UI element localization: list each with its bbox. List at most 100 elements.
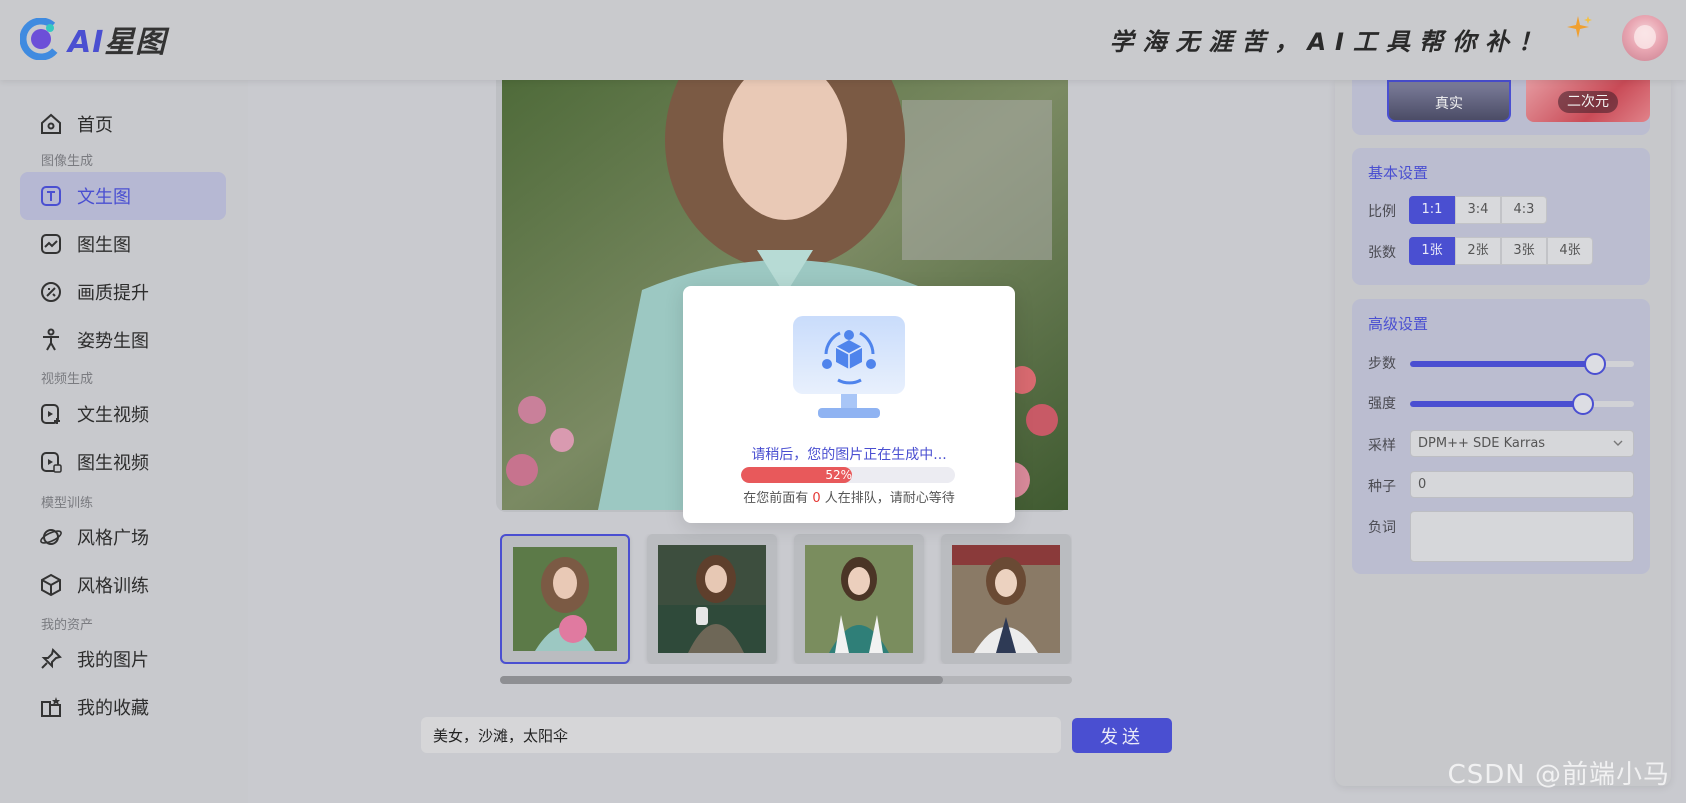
sidebar-item-label: 文生视频: [77, 405, 149, 426]
sidebar: 首页 图像生成 文生图 图生图 画质提升 姿势生图 视频生成 文生视频 图生视频…: [0, 80, 248, 803]
sampler-label: 采样: [1368, 438, 1396, 454]
sidebar-item-label: 我的图片: [77, 650, 149, 671]
sidebar-item-text-to-video[interactable]: 文生视频: [20, 390, 226, 438]
queue-count: 0: [812, 491, 821, 506]
strength-slider-fill: [1410, 401, 1583, 407]
send-button[interactable]: 发送: [1072, 718, 1172, 753]
sidebar-item-label: 姿势生图: [77, 331, 149, 352]
style-tile-anime[interactable]: 二次元: [1526, 80, 1650, 122]
sidebar-item-my-images[interactable]: 我的图片: [20, 635, 226, 683]
ratio-option-3-4[interactable]: 3:4: [1455, 196, 1501, 224]
text-video-icon: [41, 404, 60, 424]
thumbnail-scrollbar[interactable]: [500, 676, 1072, 684]
style-tile-label: 二次元: [1526, 91, 1650, 113]
sidebar-item-pose[interactable]: 姿势生图: [20, 316, 226, 364]
advanced-settings-card: 高级设置 步数 强度 采样 DPM++ SDE Karras 种子 负词: [1352, 299, 1650, 574]
text-t-icon: [41, 186, 61, 206]
sidebar-section-training: 模型训练: [41, 496, 94, 511]
steps-slider-handle[interactable]: [1583, 353, 1606, 375]
sampler-select[interactable]: DPM++ SDE Karras: [1410, 430, 1634, 457]
ratio-option-1-1[interactable]: 1:1: [1409, 196, 1455, 224]
home-icon: [41, 113, 61, 134]
count-option-4[interactable]: 4张: [1547, 237, 1593, 265]
steps-slider[interactable]: [1410, 353, 1634, 375]
advanced-settings-title: 高级设置: [1368, 315, 1429, 333]
thumbnail-strip: [500, 534, 1072, 664]
style-tile-label: 真实: [1435, 96, 1463, 112]
sidebar-item-text-to-image[interactable]: 文生图: [20, 172, 226, 220]
sidebar-section-video: 视频生成: [41, 372, 94, 387]
sidebar-item-enhance[interactable]: 画质提升: [20, 268, 226, 316]
thumbnail-image: [952, 545, 1060, 653]
negative-prompt-input[interactable]: [1410, 511, 1634, 562]
steps-label: 步数: [1368, 356, 1396, 372]
thumbnail-image: [658, 545, 766, 653]
queue-status: 在您前面有 0 人在排队，请耐心等待: [743, 491, 955, 506]
basic-settings-card: 基本设置 比例 1:1 3:4 4:3 张数 1张 2张 3张 4张: [1352, 148, 1650, 285]
ratio-label: 比例: [1368, 204, 1396, 220]
style-tile-realistic[interactable]: 真实: [1387, 80, 1511, 122]
strength-slider[interactable]: [1410, 393, 1634, 415]
sidebar-item-label: 我的收藏: [77, 698, 149, 719]
planet-icon: [40, 529, 62, 545]
image-icon: [41, 234, 61, 254]
ratio-option-4-3[interactable]: 4:3: [1501, 196, 1547, 224]
sidebar-item-label: 文生图: [77, 187, 131, 208]
sidebar-item-label: 画质提升: [77, 283, 149, 304]
style-card: 真实 二次元: [1352, 80, 1650, 135]
star-folder-icon: [41, 697, 61, 717]
chevron-down-icon: [1613, 440, 1623, 446]
thumbnail-1[interactable]: [500, 534, 630, 664]
sampler-value: DPM++ SDE Karras: [1418, 436, 1546, 451]
strength-slider-handle[interactable]: [1572, 393, 1595, 415]
sidebar-section-image: 图像生成: [41, 154, 94, 169]
cube-icon: [41, 573, 61, 597]
sidebar-item-label: 图生图: [77, 235, 131, 256]
count-option-3[interactable]: 3张: [1501, 237, 1547, 265]
sidebar-item-style-square[interactable]: 风格广场: [20, 513, 226, 561]
sidebar-section-assets: 我的资产: [41, 618, 94, 633]
basic-settings-title: 基本设置: [1368, 164, 1429, 182]
sidebar-item-label: 风格广场: [77, 528, 149, 549]
thumbnail-4[interactable]: [941, 534, 1071, 664]
ratio-selector: 1:1 3:4 4:3: [1409, 196, 1547, 224]
sidebar-item-home[interactable]: 首页: [20, 100, 226, 148]
thumbnail-3[interactable]: [794, 534, 924, 664]
sidebar-item-image-to-video[interactable]: 图生视频: [20, 438, 226, 486]
count-label: 张数: [1368, 245, 1396, 261]
strength-label: 强度: [1368, 396, 1396, 412]
app-header: AI星图 学海无涯苦，AI工具帮你补！: [0, 0, 1686, 80]
sidebar-item-image-to-image[interactable]: 图生图: [20, 220, 226, 268]
generation-progress-bar: 52%: [741, 467, 955, 483]
sidebar-item-style-training[interactable]: 风格训练: [20, 561, 226, 609]
watermark: CSDN @前端小马: [1447, 760, 1670, 790]
generating-message: 请稍后，您的图片正在生成中...: [751, 447, 947, 463]
count-selector: 1张 2张 3张 4张: [1409, 237, 1593, 265]
logo-text: AI星图: [68, 25, 167, 60]
thumbnail-image: [513, 547, 617, 651]
image-video-icon: [41, 452, 62, 473]
seed-label: 种子: [1368, 479, 1396, 495]
sidebar-item-label: 首页: [77, 115, 113, 136]
seed-input[interactable]: [1410, 471, 1634, 498]
scrollbar-thumb[interactable]: [500, 676, 943, 684]
sidebar-item-label: 风格训练: [77, 576, 149, 597]
generating-dialog: 请稍后，您的图片正在生成中... 52% 在您前面有 0 人在排队，请耐心等待: [683, 286, 1015, 523]
user-avatar[interactable]: [1622, 15, 1668, 61]
monitor-cube-icon: [793, 316, 905, 418]
logo[interactable]: AI星图: [20, 17, 166, 61]
settings-panel: 真实 二次元 基本设置 比例 1:1 3:4 4:3 张数 1张 2张 3张 4…: [1335, 80, 1671, 786]
sparkle-icon: [1567, 16, 1592, 38]
pose-icon: [43, 328, 59, 351]
enhance-icon: [41, 282, 61, 302]
sidebar-item-my-favorites[interactable]: 我的收藏: [20, 683, 226, 731]
negative-prompt-label: 负词: [1368, 520, 1396, 536]
thumbnail-image: [805, 545, 913, 653]
slogan: 学海无涯苦，AI工具帮你补！: [1109, 28, 1551, 56]
count-option-1[interactable]: 1张: [1409, 237, 1455, 265]
thumbnail-2[interactable]: [647, 534, 777, 664]
count-option-2[interactable]: 2张: [1455, 237, 1501, 265]
pin-icon: [41, 648, 62, 669]
logo-mark-icon: [20, 18, 62, 60]
prompt-input[interactable]: [421, 717, 1061, 753]
